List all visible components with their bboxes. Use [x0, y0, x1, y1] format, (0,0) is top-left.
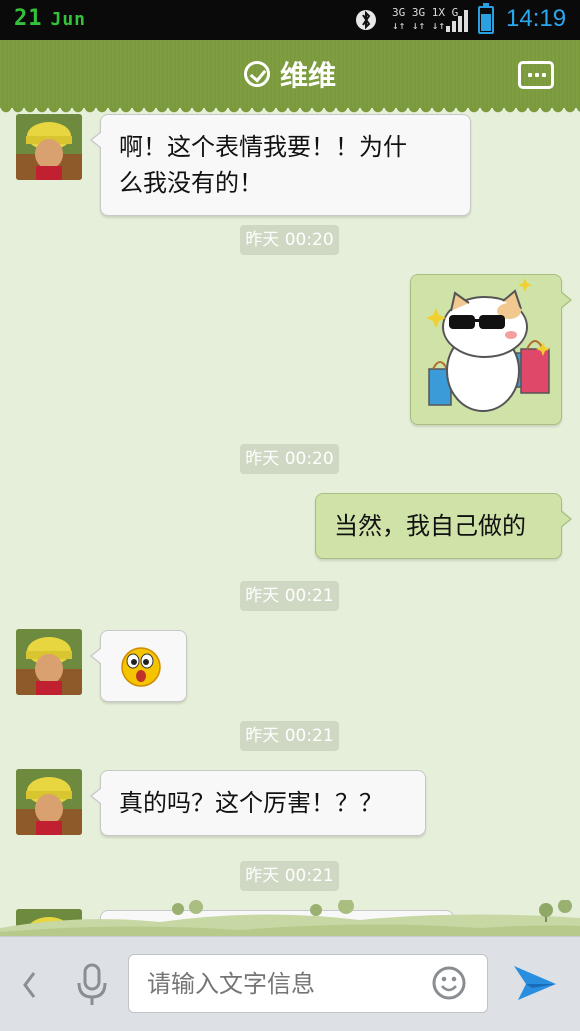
dot-icon: [535, 73, 539, 77]
message-text: 当然，我自己做的: [334, 512, 526, 540]
chat-title: 维维: [279, 59, 336, 92]
cat-with-sunglasses-sticker: [426, 278, 550, 412]
dot-icon: [528, 73, 532, 77]
surprised-face-emoji: [121, 647, 161, 687]
message-timestamp: 昨天 00:21: [240, 581, 339, 611]
contact-avatar[interactable]: [16, 114, 82, 180]
message-bubble-incoming[interactable]: 啊！这个表情我要！！为什 么我没有的！: [90, 114, 471, 216]
contact-avatar[interactable]: [16, 629, 82, 695]
message-bubble-incoming[interactable]: [90, 630, 187, 702]
message-list[interactable]: 啊！这个表情我要！！为什 么我没有的！ 昨天 00:20 昨天 00:20 当然…: [0, 108, 580, 936]
signal-strength-icon: [446, 10, 468, 32]
message-bubble-incoming[interactable]: 真的吗？这个厉害！？？: [90, 770, 426, 836]
status-date-day: 21: [14, 6, 43, 31]
status-date: 21 Jun: [14, 6, 86, 31]
message-text: 么我没有的！: [119, 169, 263, 197]
chevron-left-icon[interactable]: [20, 967, 38, 1003]
contact-avatar[interactable]: [16, 769, 82, 835]
more-options-button[interactable]: [518, 61, 554, 89]
status-bar: 21 Jun 3G 3G 1X G ↓↑ ↓↑ ↓↑ 14:19: [0, 0, 580, 40]
message-timestamp: 昨天 00:21: [240, 861, 339, 891]
check-circle-icon: [243, 61, 270, 87]
message-timestamp: 昨天 00:20: [240, 225, 339, 255]
message-text: 真的吗？这个厉害！？？: [119, 789, 383, 817]
message-timestamp: 昨天 00:20: [240, 444, 339, 474]
battery-icon: [478, 3, 494, 34]
status-time: 14:19: [506, 5, 567, 32]
bluetooth-icon: [356, 10, 376, 30]
chat-header: 维维: [0, 40, 580, 114]
message-timestamp: 昨天 00:21: [240, 721, 339, 751]
dot-icon: [542, 73, 546, 77]
background-scenery: [0, 900, 580, 936]
status-date-month: Jun: [50, 9, 87, 30]
input-bar: [0, 936, 580, 1031]
message-bubble-outgoing[interactable]: 当然，我自己做的: [315, 493, 572, 559]
send-button[interactable]: [512, 962, 558, 1004]
microphone-icon[interactable]: [74, 963, 110, 1007]
message-text: 啊！这个表情我要！！为什: [119, 133, 407, 161]
message-bubble-outgoing[interactable]: [410, 274, 572, 425]
emoji-picker-button[interactable]: [432, 966, 466, 1000]
